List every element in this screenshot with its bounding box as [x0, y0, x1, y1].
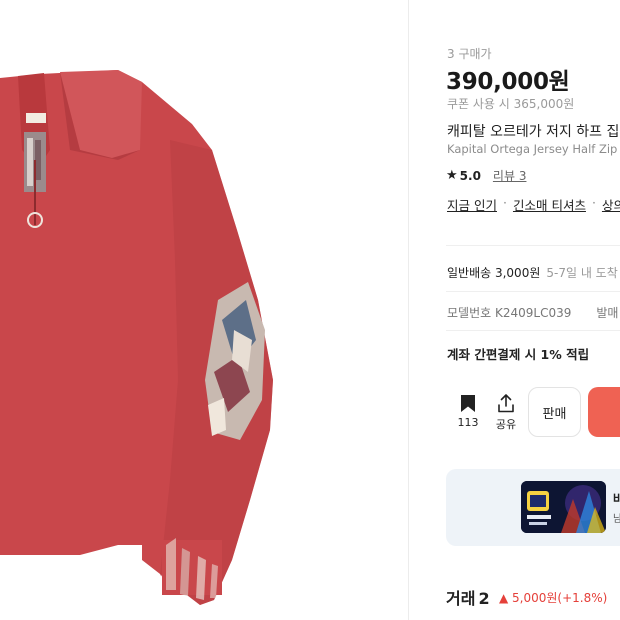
- shipping-detail: 5-7일 내 도착 예: [546, 266, 620, 280]
- bookmark-icon: [461, 395, 475, 412]
- product-price: 390,000원: [446, 69, 570, 95]
- product-image: [0, 70, 273, 605]
- shipping-row: 일반배송 3,000원 5-7일 내 도착 예: [447, 264, 620, 281]
- product-image-area: [0, 0, 408, 620]
- tag-list: 지금 인기 · 긴소매 티셔츠 · 상의: [447, 195, 620, 214]
- tag-item[interactable]: 긴소매 티셔츠: [513, 195, 586, 214]
- coupon-price: 쿠폰 사용 시 365,000원: [447, 97, 575, 111]
- share-icon: [498, 394, 514, 413]
- product-title-en: Kapital Ortega Jersey Half Zip L: [447, 142, 620, 156]
- trade-number: 2: [478, 589, 490, 608]
- promo-banner[interactable]: 바 남: [446, 469, 620, 546]
- divider: [446, 245, 620, 246]
- payment-benefit: 계좌 간편결제 시 1% 적립: [447, 347, 590, 362]
- model-row: 모델번호 K2409LC039 발매: [447, 304, 618, 321]
- price-change: ▲ 5,000원(+1.8%): [499, 591, 608, 605]
- banner-title: 바: [613, 492, 620, 506]
- trade-label: 거래: [446, 589, 476, 608]
- product-title-ko[interactable]: 캐피탈 오르테가 저지 하프 집: [447, 121, 619, 141]
- share-button[interactable]: 공유: [488, 394, 524, 432]
- shipping-label: 일반배송 3,000원: [447, 266, 541, 280]
- tag-item[interactable]: 상의: [602, 195, 620, 214]
- purchase-count: 3 구매가: [447, 47, 492, 61]
- release-label: 발매: [596, 306, 619, 320]
- rating-row: ★ 5.0 리뷰 3: [446, 167, 526, 184]
- tag-separator: ·: [591, 195, 596, 210]
- bookmark-count: 113: [457, 416, 479, 429]
- trade-count: 거래 2: [446, 585, 490, 609]
- sell-button[interactable]: 판매: [528, 387, 581, 437]
- buy-button[interactable]: [588, 387, 620, 437]
- banner-subtitle: 남: [613, 514, 620, 525]
- divider: [446, 330, 620, 331]
- banner-thumbnail: [521, 481, 606, 533]
- banner-image: [521, 481, 606, 533]
- bookmark-button[interactable]: 113: [450, 394, 486, 429]
- model-number: 모델번호 K2409LC039: [447, 306, 572, 320]
- divider: [446, 291, 620, 292]
- product-detail-panel: 3 구매가 390,000원 쿠폰 사용 시 365,000원 캐피탈 오르테가…: [409, 0, 620, 620]
- rating-score: 5.0: [459, 168, 481, 183]
- star-icon: ★: [446, 168, 458, 183]
- tag-item[interactable]: 지금 인기: [447, 195, 497, 214]
- tag-separator: ·: [502, 195, 507, 210]
- share-label: 공유: [495, 418, 517, 431]
- review-link[interactable]: 리뷰 3: [493, 167, 527, 184]
